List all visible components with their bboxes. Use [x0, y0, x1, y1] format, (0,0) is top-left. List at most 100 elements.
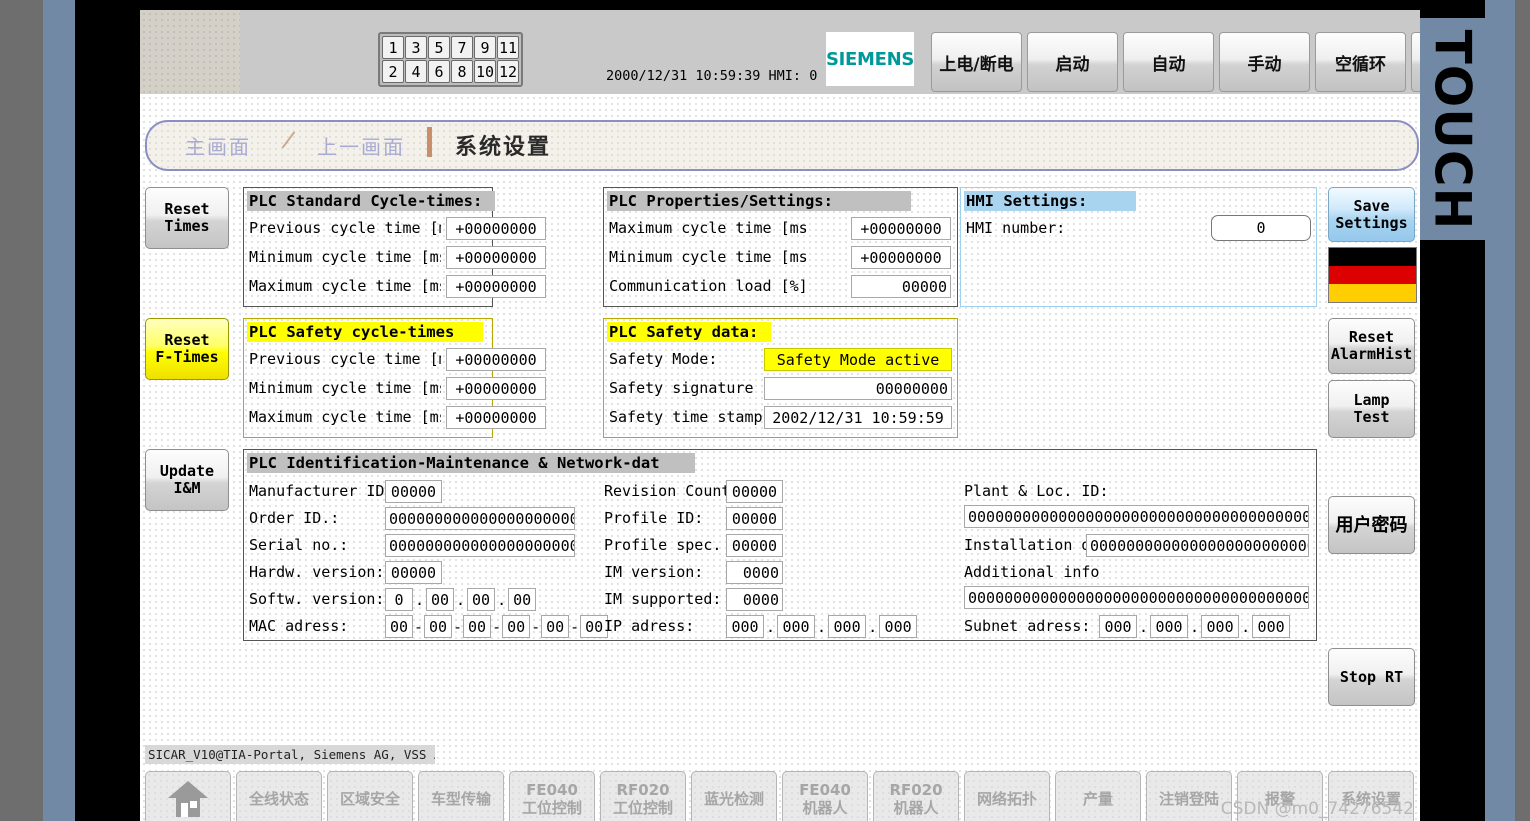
- header-button-group: 上电/断电启动自动手动空循环复位: [931, 32, 1420, 92]
- flag-stripe-black: [1329, 248, 1416, 267]
- safety-timestamp-value[interactable]: 2002/12/31 10:59:59: [764, 406, 952, 429]
- keypad-key-12[interactable]: 12: [497, 60, 519, 83]
- nav-model-transfer[interactable]: 车型传输: [418, 771, 504, 821]
- user-password-button[interactable]: 用户密码: [1328, 496, 1415, 554]
- std-cycle-value-2[interactable]: +00000000: [446, 275, 546, 298]
- im-manufacturer-id-value[interactable]: 00000: [385, 480, 442, 503]
- safety-cycle-value-2[interactable]: +00000000: [446, 406, 546, 429]
- stop-rt-label: Stop RT: [1339, 667, 1404, 686]
- plc-props-value-0[interactable]: +00000000: [851, 217, 951, 240]
- nav-blue-light-test[interactable]: 蓝光检测: [691, 771, 777, 821]
- panel-plc-identification-maintenance: PLC Identification-Maintenance & Network…: [243, 449, 1317, 641]
- reset-button[interactable]: 复位: [1411, 32, 1420, 92]
- safety-cycle-value-0[interactable]: +00000000: [446, 348, 546, 371]
- keypad-key-11[interactable]: 11: [497, 36, 519, 59]
- ip-address-part-1[interactable]: 000: [777, 615, 816, 638]
- panel-plc-safety-data: PLC Safety data: Safety Mode: Safety Mod…: [603, 318, 958, 438]
- language-flag-german-button[interactable]: [1328, 247, 1417, 303]
- mac-address-part-0[interactable]: 00: [385, 615, 413, 638]
- nav-logout-login[interactable]: 注销登陆: [1146, 771, 1232, 821]
- stop-rt-button[interactable]: Stop RT: [1328, 648, 1415, 706]
- software-version-part-0[interactable]: 0: [385, 588, 413, 611]
- keypad-key-1[interactable]: 1: [382, 36, 404, 59]
- im-plant-loc-value[interactable]: 00000000000000000000000000000000000000: [964, 505, 1309, 528]
- safety-cycle-label-0: Previous cycle time [ms]:: [249, 350, 441, 368]
- subnet-address-part-0[interactable]: 000: [1099, 615, 1137, 638]
- nav-rf020-robot[interactable]: RF020 机器人: [873, 771, 959, 821]
- im-profile-id-value[interactable]: 00000: [726, 507, 783, 530]
- power-on-off-button[interactable]: 上电/断电: [931, 32, 1022, 92]
- keypad-key-9[interactable]: 9: [474, 36, 496, 59]
- plc-props-value-1[interactable]: +00000000: [851, 246, 951, 269]
- keypad-key-5[interactable]: 5: [428, 36, 450, 59]
- manual-button[interactable]: 手动: [1219, 32, 1310, 92]
- panel-plc-safety-cycle-times: PLC Safety cycle-times Previous cycle ti…: [243, 318, 546, 438]
- im-profile-spec-type-value[interactable]: 00000: [726, 534, 783, 557]
- hmi-number-input[interactable]: 0: [1211, 215, 1311, 241]
- ip-address-part-3[interactable]: 000: [879, 615, 918, 638]
- safety-signature-value[interactable]: 00000000: [764, 377, 952, 400]
- nav-home[interactable]: [145, 771, 231, 821]
- auto-button[interactable]: 自动: [1123, 32, 1214, 92]
- nav-line-status[interactable]: 全线状态: [236, 771, 322, 821]
- subnet-address-part-2[interactable]: 000: [1201, 615, 1240, 638]
- im-im-version-value[interactable]: 0000: [726, 561, 783, 584]
- keypad-key-3[interactable]: 3: [405, 36, 427, 59]
- reset-f-times-button[interactable]: Reset F-Times: [145, 318, 229, 380]
- keypad-key-10[interactable]: 10: [474, 60, 496, 83]
- outer-slate-left: [43, 0, 75, 821]
- im-col2-label-0: Revision Counter: [604, 482, 726, 500]
- nav-fe040-station[interactable]: FE040 工位控制: [509, 771, 595, 821]
- nav-zone-safety[interactable]: 区域安全: [327, 771, 413, 821]
- ip-address-part-2[interactable]: 000: [828, 615, 867, 638]
- keypad-key-6[interactable]: 6: [428, 60, 450, 83]
- mac-address-part-2[interactable]: 00: [463, 615, 492, 638]
- breadcrumb-home-link[interactable]: 主画面: [185, 131, 251, 160]
- nav-fe040-robot[interactable]: FE040 机器人: [782, 771, 868, 821]
- reset-alarm-history-button[interactable]: Reset AlarmHist: [1328, 318, 1415, 374]
- software-version-part-3[interactable]: 00: [508, 588, 537, 611]
- footer-credit: SICAR_V10@TIA-Portal, Siemens AG, VSS Au…: [145, 745, 435, 764]
- software-version-separator: .: [497, 590, 507, 609]
- mac-address-part-1[interactable]: 00: [424, 615, 453, 638]
- mac-address-part-4[interactable]: 00: [541, 615, 570, 638]
- ip-address-part-0[interactable]: 000: [726, 615, 764, 638]
- lamp-test-button[interactable]: Lamp Test: [1328, 380, 1415, 438]
- im-additional-info-value[interactable]: 00000000000000000000000000000000000000: [964, 586, 1309, 609]
- dry-cycle-button[interactable]: 空循环: [1315, 32, 1406, 92]
- nav-line-status-line1: 全线状态: [248, 790, 309, 808]
- keypad-key-8[interactable]: 8: [451, 60, 473, 83]
- station-keypad[interactable]: 1 3 5 7 9 11 2 4 6 8 10 12: [378, 32, 523, 87]
- software-version-part-2[interactable]: 00: [467, 588, 496, 611]
- im-software-version-group: 0. 00. 00. 00: [385, 588, 537, 611]
- plc-props-value-2[interactable]: 00000: [851, 275, 951, 298]
- im-revision-counter-value[interactable]: 00000: [726, 480, 783, 503]
- std-cycle-value-1[interactable]: +00000000: [446, 246, 546, 269]
- touch-black-bottom: [1420, 240, 1485, 821]
- update-im-button[interactable]: Update I&M: [145, 449, 229, 511]
- plc-props-label-1: Minimum cycle time [ms]:: [609, 248, 809, 266]
- std-cycle-value-0[interactable]: +00000000: [446, 217, 546, 240]
- im-order-id-value[interactable]: 000000000000000000000: [385, 507, 575, 530]
- subnet-address-part-1[interactable]: 000: [1150, 615, 1189, 638]
- im-hardware-version-value[interactable]: 00000: [385, 561, 442, 584]
- im-col2-label-3: IM version:: [604, 563, 704, 581]
- safety-cycle-value-1[interactable]: +00000000: [446, 377, 546, 400]
- breadcrumb-previous-link[interactable]: 上一画面: [317, 131, 405, 160]
- subnet-address-part-3[interactable]: 000: [1252, 615, 1291, 638]
- nav-production[interactable]: 产量: [1055, 771, 1141, 821]
- keypad-key-4[interactable]: 4: [405, 60, 427, 83]
- reset-times-button[interactable]: Reset Times: [145, 187, 229, 249]
- im-serial-no-value[interactable]: 000000000000000000000: [385, 534, 575, 557]
- start-button[interactable]: 启动: [1027, 32, 1118, 92]
- save-settings-button[interactable]: Save Settings: [1328, 187, 1415, 242]
- mac-address-part-3[interactable]: 00: [502, 615, 531, 638]
- software-version-part-1[interactable]: 00: [426, 588, 455, 611]
- subnet-address-separator: .: [1190, 617, 1200, 636]
- nav-rf020-station[interactable]: RF020 工位控制: [600, 771, 686, 821]
- im-installation-date-value[interactable]: 000000000000000000000000000: [1086, 534, 1309, 557]
- nav-network-topology[interactable]: 网络拓扑: [964, 771, 1050, 821]
- im-im-supported-value[interactable]: 0000: [726, 588, 783, 611]
- keypad-key-2[interactable]: 2: [382, 60, 404, 83]
- keypad-key-7[interactable]: 7: [451, 36, 473, 59]
